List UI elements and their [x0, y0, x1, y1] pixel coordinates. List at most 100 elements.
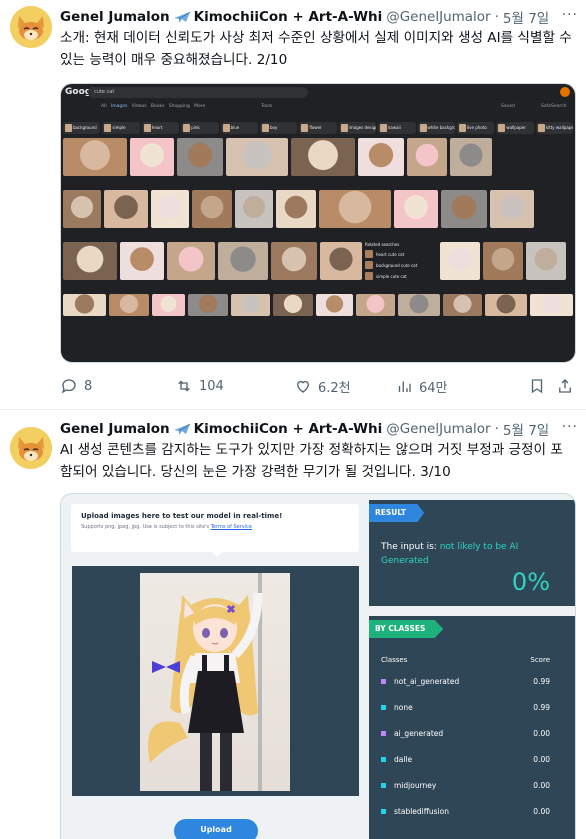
- class-score: 0.00: [533, 780, 550, 790]
- image-result: [358, 138, 404, 186]
- image-caption-placeholder: [483, 280, 523, 290]
- image-caption-placeholder: [320, 280, 362, 290]
- more-options-icon[interactable]: ···: [557, 419, 578, 435]
- image-result: [230, 294, 271, 316]
- image-preview: [72, 566, 359, 796]
- class-label-wrap: midjourney: [381, 781, 436, 790]
- like-button[interactable]: 6.2천: [294, 377, 351, 396]
- cat-thumbnail: [177, 138, 223, 176]
- views-chart-icon: [398, 381, 411, 392]
- retweet-button[interactable]: 104: [175, 377, 224, 395]
- image-caption-placeholder: [177, 176, 223, 186]
- google-images-screenshot[interactable]: Google cute cat All Images Videos Books …: [60, 83, 576, 363]
- display-name[interactable]: Genel Jumalon: [60, 421, 170, 437]
- class-row: none 0.99: [381, 700, 550, 714]
- cat-thumbnail: [291, 138, 355, 176]
- image-caption-placeholder: [490, 228, 534, 238]
- views-button[interactable]: 64만: [395, 377, 448, 396]
- related-searches-title: Related searches: [365, 242, 400, 247]
- cat-thumbnail: [63, 242, 117, 280]
- google-saved: Saved: [501, 104, 515, 109]
- google-tab: All: [101, 104, 107, 109]
- search-chip: flower: [299, 122, 337, 134]
- share-button[interactable]: [556, 377, 574, 395]
- fox-avatar-icon: [10, 427, 52, 469]
- class-score: 0.00: [533, 806, 550, 816]
- more-options-icon[interactable]: ···: [557, 7, 578, 23]
- image-caption-placeholder: [291, 176, 355, 186]
- upload-subtitle: Supports png, jpeg, jpg. Use is subject …: [81, 524, 349, 530]
- class-name: ai_generated: [394, 728, 444, 738]
- class-color-swatch: [381, 808, 386, 814]
- display-name[interactable]: Genel Jumalon: [60, 9, 170, 25]
- class-score: 0.00: [533, 728, 550, 738]
- heart-icon: [297, 380, 309, 393]
- related-search-item: simple cute cat: [365, 272, 437, 280]
- image-result: [120, 242, 164, 290]
- bookmark-icon: [531, 379, 543, 394]
- image-result: [273, 294, 313, 316]
- image-caption-placeholder: [63, 280, 117, 290]
- cat-thumbnail: [192, 190, 232, 228]
- search-chip: background: [63, 122, 101, 134]
- cat-thumbnail: [120, 242, 164, 280]
- tweet-date[interactable]: 5월 7일: [503, 7, 549, 27]
- user-handle[interactable]: @GenelJumalor: [386, 421, 490, 437]
- retweet-icon: [178, 380, 190, 392]
- upload-title: Upload images here to test our model in …: [81, 512, 283, 520]
- share-icon: [559, 379, 571, 393]
- cat-thumbnail: [63, 190, 101, 228]
- cat-thumbnail: [130, 138, 174, 176]
- class-row: dalle 0.00: [381, 752, 550, 766]
- related-search-label: simple cute cat: [376, 273, 407, 279]
- image-result: [320, 242, 362, 290]
- cat-thumbnail: [273, 294, 313, 316]
- google-topbar: Google cute cat: [61, 84, 575, 102]
- cat-thumbnail: [63, 138, 127, 176]
- image-caption-placeholder: [526, 280, 566, 290]
- tweet[interactable]: Genel Jumalon KimochiiCon + Art-A-Whi @G…: [0, 0, 586, 410]
- ai-percentage: 0%: [511, 568, 550, 596]
- image-row: [63, 190, 573, 238]
- class-color-swatch: [381, 704, 386, 710]
- cat-thumbnail: [315, 294, 354, 316]
- reply-icon: [61, 379, 76, 394]
- class-name: none: [394, 702, 413, 712]
- image-result: [490, 190, 534, 238]
- cat-thumbnail: [483, 242, 523, 280]
- bookmark-button[interactable]: [528, 377, 546, 395]
- google-chips: background simple heart pink blue boy flower im…: [63, 122, 574, 134]
- google-tab: More: [194, 104, 206, 109]
- search-chip: kawaii: [378, 122, 416, 134]
- avatar[interactable]: [10, 6, 52, 48]
- cat-thumbnail: [358, 138, 404, 176]
- image-result: [63, 190, 101, 238]
- upload-button[interactable]: Upload: [174, 819, 258, 839]
- image-result: [291, 138, 355, 186]
- image-caption-placeholder: [167, 280, 215, 290]
- avatar[interactable]: [10, 427, 52, 469]
- display-name-suffix[interactable]: KimochiiCon + Art-A-Whi: [194, 421, 383, 437]
- ai-detector-screenshot[interactable]: Upload images here to test our model in …: [60, 493, 576, 839]
- user-handle[interactable]: @GenelJumalor: [386, 9, 490, 25]
- search-chip: simple: [102, 122, 140, 134]
- retweet-count: 104: [199, 378, 224, 394]
- reply-button[interactable]: 8: [60, 377, 92, 395]
- cat-thumbnail: [235, 190, 273, 228]
- fox-avatar-icon: [10, 6, 52, 48]
- google-tabs: All Images Videos Books Shopping More To…: [101, 104, 566, 109]
- tweet-date[interactable]: 5월 7일: [503, 419, 549, 439]
- views-count: 64만: [419, 380, 448, 396]
- terms-of-service-link[interactable]: Terms of Service: [211, 524, 252, 530]
- google-tab-images: Images: [110, 104, 128, 109]
- cat-thumbnail: [271, 242, 317, 280]
- class-color-swatch: [381, 730, 386, 736]
- display-name-suffix[interactable]: KimochiiCon + Art-A-Whi: [194, 9, 383, 25]
- class-row: not_ai_generated 0.99: [381, 674, 550, 688]
- class-row: ai_generated 0.00: [381, 726, 550, 740]
- class-color-swatch: [381, 782, 386, 788]
- search-chip: images design: [338, 122, 377, 134]
- image-row: Related searches heart cute cat background…: [63, 242, 573, 290]
- image-row: [63, 138, 573, 186]
- image-result: [526, 242, 566, 290]
